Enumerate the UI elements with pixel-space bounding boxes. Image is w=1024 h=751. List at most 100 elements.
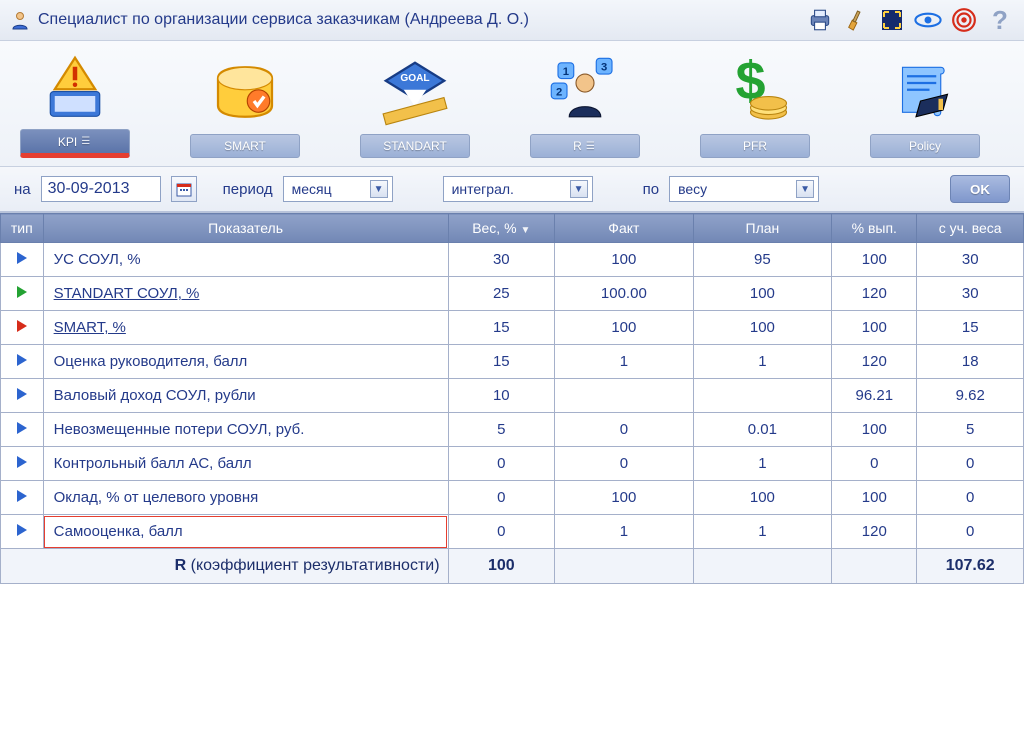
pct-cell: 100 [832,311,917,345]
row-type-cell[interactable] [1,243,44,277]
pct-cell: 120 [832,515,917,549]
period-select[interactable]: месяц ▼ [283,176,393,202]
header-bar: Специалист по организации сервиса заказч… [0,0,1024,41]
weighted-cell: 0 [917,481,1024,515]
triangle-blue-icon [17,252,27,264]
row-type-cell[interactable] [1,345,44,379]
indicator-cell: Контрольный балл АС, балл [43,447,448,481]
row-type-cell[interactable] [1,311,44,345]
pct-cell: 120 [832,277,917,311]
weight-cell: 15 [448,345,555,379]
date-input[interactable] [41,176,161,202]
plan-cell: 1 [693,345,832,379]
fact-cell: 100.00 [555,277,694,311]
weighted-cell: 0 [917,447,1024,481]
svg-text:1: 1 [563,66,569,78]
indicator-cell: Оценка руководителя, балл [43,345,448,379]
weighted-cell: 15 [917,311,1024,345]
eye-icon[interactable] [914,6,942,34]
row-type-cell[interactable] [1,277,44,311]
chevron-down-icon: ▼ [570,180,588,198]
toolbar-item-pfr: $ PFR [700,56,810,158]
tab-label: KPI [58,135,77,149]
row-type-cell[interactable] [1,447,44,481]
ok-button[interactable]: OK [950,175,1010,203]
weight-cell: 0 [448,447,555,481]
row-type-cell[interactable] [1,379,44,413]
row-type-cell[interactable] [1,413,44,447]
table-row: Валовый доход СОУЛ, рубли1096.219.62 [1,379,1024,413]
col-indicator[interactable]: Показатель [43,214,448,243]
fullscreen-icon[interactable] [878,6,906,34]
help-icon[interactable]: ? [986,6,1014,34]
by-label: по [643,181,659,198]
indicator-cell: УС СОУЛ, % [43,243,448,277]
indicator-name: STANDART СОУЛ, % [54,285,200,302]
tab-policy[interactable]: Policy [870,134,980,158]
row-type-cell[interactable] [1,481,44,515]
tab-pfr[interactable]: PFR [700,134,810,158]
fact-cell: 100 [555,243,694,277]
indicator-name: SMART, % [54,319,126,336]
total-pct [832,549,917,584]
indicator-name: Валовый доход СОУЛ, рубли [54,387,256,404]
total-r-label: R [175,557,187,574]
plan-cell [693,379,832,413]
triangle-blue-icon [17,422,27,434]
plan-cell: 100 [693,481,832,515]
pct-cell: 100 [832,243,917,277]
triangle-blue-icon [17,456,27,468]
fact-cell: 1 [555,345,694,379]
table-header-row: тип Показатель Вес, %▼ Факт План % вып. … [1,214,1024,243]
col-plan[interactable]: План [693,214,832,243]
weighted-cell: 0 [917,515,1024,549]
tab-grip-icon: ☰ [81,136,92,147]
user-icon [10,10,30,30]
table-row: Контрольный балл АС, балл00100 [1,447,1024,481]
fact-cell: 100 [555,311,694,345]
weighted-cell: 30 [917,277,1024,311]
table-row: Оценка руководителя, балл151112018 [1,345,1024,379]
pct-cell: 96.21 [832,379,917,413]
kpi-icon [39,51,111,123]
toolbar-item-smart: SMART [190,56,300,158]
tab-label: SMART [224,139,266,153]
smart-icon [209,56,281,128]
kpi-table: тип Показатель Вес, %▼ Факт План % вып. … [0,213,1024,584]
indicator-name: УС СОУЛ, % [54,251,141,268]
fact-cell [555,379,694,413]
tab-standart[interactable]: STANDART [360,134,470,158]
col-fact[interactable]: Факт [555,214,694,243]
row-type-cell[interactable] [1,515,44,549]
target-icon[interactable] [950,6,978,34]
plan-cell: 1 [693,447,832,481]
table-row: STANDART СОУЛ, %25100.0010012030 [1,277,1024,311]
triangle-blue-icon [17,354,27,366]
col-pct[interactable]: % вып. [832,214,917,243]
tab-r[interactable]: R ☰ [530,134,640,158]
period-label: период [223,181,273,198]
tab-smart[interactable]: SMART [190,134,300,158]
indicator-cell[interactable]: SMART, % [43,311,448,345]
weight-cell: 25 [448,277,555,311]
print-icon[interactable] [806,6,834,34]
indicator-name: Невозмещенные потери СОУЛ, руб. [54,421,305,438]
svg-text:GOAL: GOAL [400,73,429,84]
pct-cell: 0 [832,447,917,481]
table-row: SMART, %1510010010015 [1,311,1024,345]
indicator-cell: Валовый доход СОУЛ, рубли [43,379,448,413]
col-type[interactable]: тип [1,214,44,243]
table-row: Невозмещенные потери СОУЛ, руб.500.01100… [1,413,1024,447]
indicator-cell: Оклад, % от целевого уровня [43,481,448,515]
tab-kpi[interactable]: KPI ☰ [20,129,130,158]
brush-icon[interactable] [842,6,870,34]
toolbar-item-kpi: KPI ☰ [20,51,130,158]
by-select[interactable]: весу ▼ [669,176,819,202]
calendar-button[interactable] [171,176,197,202]
total-weight: 100 [448,549,555,584]
col-weighted[interactable]: с уч. веса [917,214,1024,243]
integral-select[interactable]: интеграл. ▼ [443,176,593,202]
fact-cell: 0 [555,447,694,481]
col-weight[interactable]: Вес, %▼ [448,214,555,243]
indicator-cell[interactable]: STANDART СОУЛ, % [43,277,448,311]
